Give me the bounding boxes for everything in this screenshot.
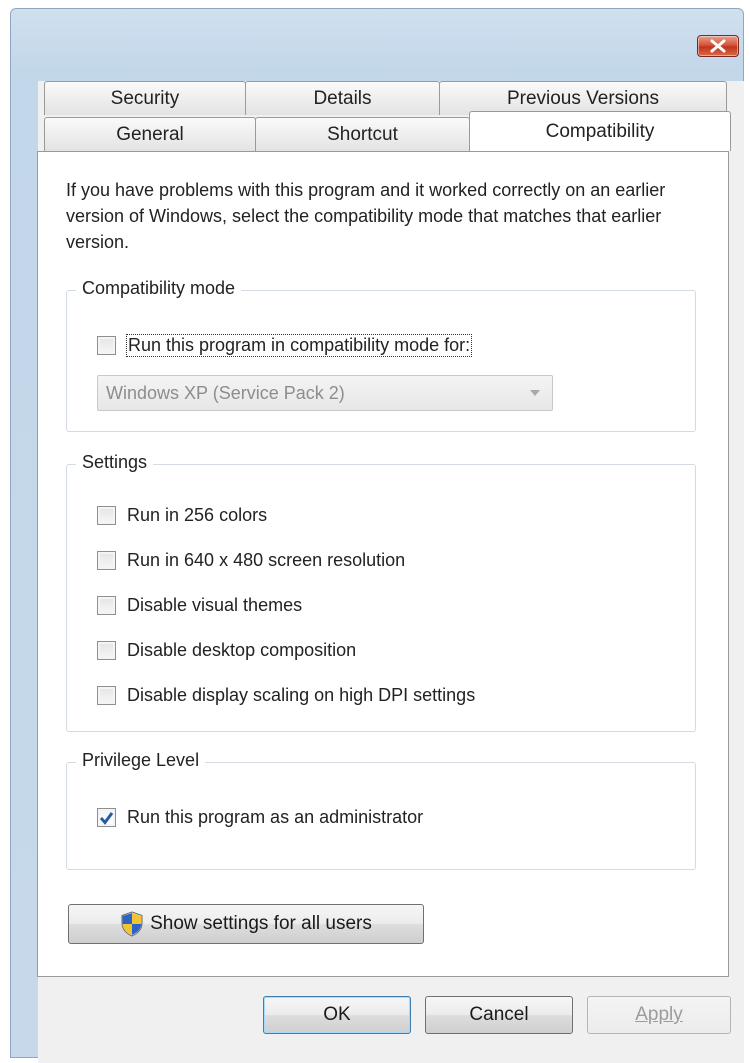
- compat-mode-checkbox-row[interactable]: Run this program in compatibility mode f…: [97, 334, 473, 357]
- tab-security[interactable]: Security: [44, 81, 246, 115]
- button-label: Apply: [635, 1004, 683, 1025]
- checkbox[interactable]: [97, 506, 116, 525]
- properties-dialog: Security Details Previous Versions Gener…: [10, 8, 744, 1063]
- cancel-button[interactable]: Cancel: [425, 996, 573, 1034]
- tab-label: Previous Versions: [506, 87, 660, 109]
- group-legend: Settings: [76, 452, 154, 473]
- checkbox-label: Disable display scaling on high DPI sett…: [127, 685, 476, 705]
- setting-disable-visual-themes[interactable]: Disable visual themes: [97, 595, 302, 616]
- button-label: Show settings for all users: [150, 913, 372, 934]
- setting-disable-desktop-composition[interactable]: Disable desktop composition: [97, 640, 356, 661]
- compat-os-dropdown[interactable]: Windows XP (Service Pack 2): [97, 375, 553, 411]
- tab-general[interactable]: General: [44, 117, 256, 151]
- tab-compatibility[interactable]: Compatibility: [469, 111, 731, 151]
- compat-mode-checkbox[interactable]: [97, 336, 116, 355]
- dropdown-value: Windows XP (Service Pack 2): [106, 382, 345, 403]
- compat-mode-label: Run this program in compatibility mode f…: [125, 334, 473, 357]
- group-legend: Compatibility mode: [76, 278, 242, 299]
- close-x-icon: [710, 39, 726, 53]
- tab-label: Shortcut: [327, 123, 398, 145]
- button-label: Cancel: [469, 1004, 529, 1025]
- checkbox[interactable]: [97, 686, 116, 705]
- checkbox-label: Run this program as an administrator: [127, 807, 424, 827]
- privilege-level-group: Privilege Level Run this program as an a…: [66, 750, 696, 870]
- run-as-admin-row[interactable]: Run this program as an administrator: [97, 807, 423, 828]
- checkbox-label: Disable visual themes: [127, 595, 303, 615]
- tab-details[interactable]: Details: [245, 81, 440, 115]
- tab-label: Details: [313, 87, 372, 109]
- tab-previous-versions[interactable]: Previous Versions: [439, 81, 727, 115]
- setting-256-colors[interactable]: Run in 256 colors: [97, 505, 267, 526]
- setting-640x480[interactable]: Run in 640 x 480 screen resolution: [97, 550, 405, 571]
- checkbox-label: Run in 256 colors: [127, 505, 268, 525]
- ok-button[interactable]: OK: [263, 996, 411, 1034]
- intro-text: If you have problems with this program a…: [66, 180, 666, 252]
- uac-shield-icon: [120, 911, 144, 937]
- tab-label: Compatibility: [545, 121, 655, 142]
- checkbox-label: Run in 640 x 480 screen resolution: [127, 550, 406, 570]
- tab-label: General: [116, 123, 184, 145]
- checkbox-label: Disable desktop composition: [127, 640, 357, 660]
- group-legend: Privilege Level: [76, 750, 206, 771]
- checkbox[interactable]: [97, 596, 116, 615]
- chevron-down-icon: [530, 390, 540, 396]
- checkbox[interactable]: [97, 641, 116, 660]
- compatibility-mode-group: Compatibility mode Run this program in c…: [66, 278, 696, 432]
- settings-group: Settings Run in 256 colors Run in 640 x …: [66, 452, 696, 732]
- tab-shortcut[interactable]: Shortcut: [255, 117, 470, 151]
- tab-label: Security: [110, 87, 180, 109]
- show-settings-all-users-button[interactable]: Show settings for all users: [68, 904, 424, 944]
- close-button[interactable]: [697, 35, 739, 57]
- compatibility-panel: If you have problems with this program a…: [37, 151, 729, 977]
- button-label: OK: [323, 1004, 351, 1025]
- apply-button[interactable]: Apply: [587, 996, 731, 1034]
- checkmark-icon: [99, 811, 114, 825]
- setting-disable-dpi-scaling[interactable]: Disable display scaling on high DPI sett…: [97, 685, 475, 706]
- run-as-admin-checkbox[interactable]: [97, 808, 116, 827]
- checkbox[interactable]: [97, 551, 116, 570]
